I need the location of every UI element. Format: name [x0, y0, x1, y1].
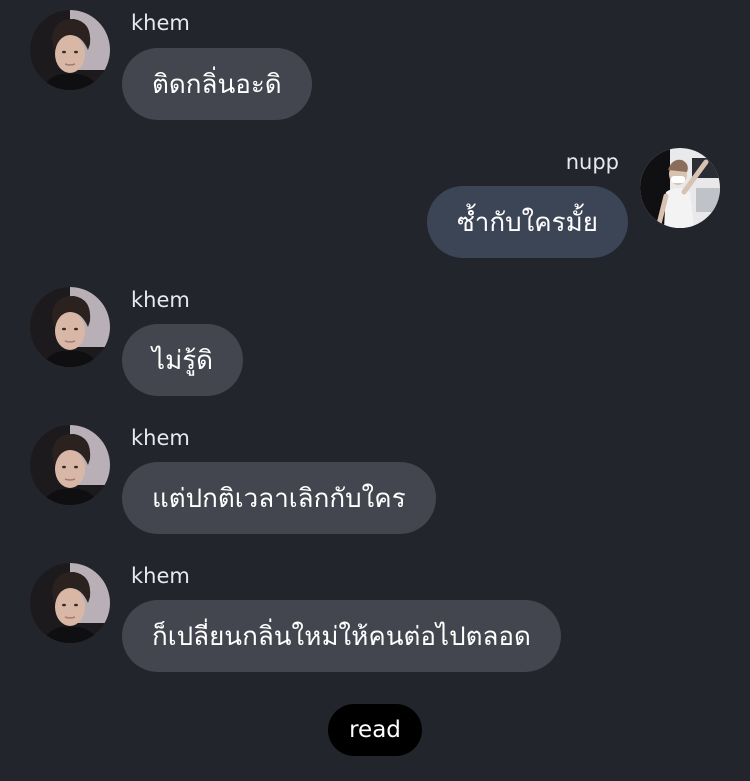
sender-name: khem	[131, 288, 190, 312]
avatar-photo	[30, 563, 110, 643]
sender-name: khem	[131, 426, 190, 450]
avatar-khem[interactable]	[30, 563, 110, 643]
avatar-khem[interactable]	[30, 425, 110, 505]
avatar-photo	[30, 287, 110, 367]
avatar-photo	[640, 148, 720, 228]
sender-name: khem	[131, 564, 190, 588]
message-bubble[interactable]: ซ้ำกับใครมั้ย	[427, 186, 628, 258]
message-bubble[interactable]: ไม่รู้ดิ	[122, 324, 244, 396]
sender-name: khem	[131, 11, 190, 35]
message-bubble[interactable]: แต่ปกติเวลาเลิกกับใคร	[122, 462, 436, 534]
avatar-nupp[interactable]	[640, 148, 720, 228]
message-bubble[interactable]: ก็เปลี่ยนกลิ่นใหม่ให้คนต่อไปตลอด	[122, 600, 561, 672]
avatar-photo	[30, 10, 110, 90]
message-bubble[interactable]: ติดกลิ่นอะดิ	[122, 48, 312, 120]
avatar-khem[interactable]	[30, 10, 110, 90]
avatar-khem[interactable]	[30, 287, 110, 367]
avatar-photo	[30, 425, 110, 505]
read-receipt-badge: read	[328, 704, 422, 756]
sender-name: nupp	[565, 150, 619, 174]
